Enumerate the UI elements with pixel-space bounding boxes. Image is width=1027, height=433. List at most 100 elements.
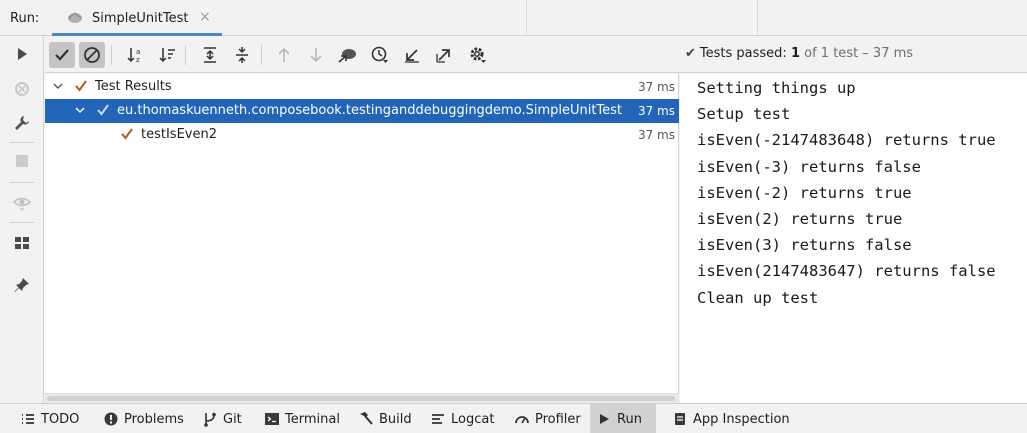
layout-grid-icon [15,237,29,249]
tool-window-build[interactable]: Build [352,404,418,433]
tool-window-label: Profiler [535,411,581,427]
tree-row-label: Test Results [95,79,172,94]
console-line: isEven(2147483647) returns false [697,262,996,281]
wrench-icon [15,116,29,130]
sort-alpha-icon: a z [127,48,140,64]
sort-duration-icon [159,48,175,63]
header-divider [757,0,758,36]
horizontal-scrollbar[interactable] [45,393,679,403]
tab-simple-unit-test[interactable]: SimpleUnitTest × [52,0,222,36]
eye-icon [13,197,31,211]
test-history-button[interactable] [367,42,393,68]
tool-window-problems[interactable]: Problems [97,404,190,433]
tree-row-test-results[interactable]: Test Results 37 ms [45,75,679,99]
layout-button[interactable] [10,231,34,255]
play-icon [600,414,609,424]
tool-window-run[interactable]: Run [590,404,656,433]
tool-window-app-inspection[interactable]: App Inspection [666,404,796,433]
git-branch-icon [204,412,216,427]
tool-window-label: Problems [124,411,184,427]
console-line: isEven(-2) returns true [697,183,912,202]
tool-window-label: Logcat [451,411,495,427]
console-line: isEven(3) returns false [697,236,912,255]
status-passed-count: 1 [790,46,800,61]
export-results-button[interactable] [431,42,457,68]
terminal-icon [265,413,279,425]
passed-checkmark-icon: ✔ [685,46,696,61]
show-ignored-toggle[interactable] [79,42,105,68]
console-line: Setup test [697,105,791,124]
run-label: Run: [10,11,40,26]
expand-all-button[interactable] [197,42,223,68]
previous-occurrence-button[interactable] [271,42,297,68]
import-results-button[interactable] [399,42,425,68]
arrow-up-icon [278,47,290,62]
test-results-tree[interactable]: Test Results 37 ms eu.thomaskuenneth.com… [45,74,679,403]
chevron-down-icon[interactable] [73,103,87,117]
console-output[interactable]: Setting things up Setup test isEven(-214… [680,74,1027,403]
checkmark-icon [55,49,69,61]
console-line: Setting things up [697,79,856,97]
export-arrow-icon [436,49,450,63]
stop-button[interactable] [10,149,34,173]
import-tests-icon [338,49,356,63]
toolbar-separator [111,45,112,65]
tool-window-git[interactable]: Git [196,404,248,433]
tool-window-logcat[interactable]: Logcat [424,404,500,433]
next-occurrence-button[interactable] [303,42,329,68]
settings-button[interactable] [10,111,34,135]
tool-window-label: App Inspection [693,411,790,427]
play-icon [18,48,27,60]
tool-window-label: Run [617,411,642,427]
left-toolbar [0,37,44,403]
toolbar-separator [185,45,186,65]
rerun-button[interactable] [10,42,34,66]
show-passed-toggle[interactable] [49,42,75,68]
pin-tab-button[interactable] [10,273,34,297]
tool-window-todo[interactable]: TODO [14,404,85,433]
hammer-icon [360,412,373,425]
stop-icon [16,155,28,167]
tree-row-duration: 37 ms [637,104,675,118]
status-suffix: of 1 test – 37 ms [804,46,914,61]
passed-tick-icon [97,104,109,116]
import-tests-button[interactable] [335,42,361,68]
sort-alphabetically-button[interactable]: a z [123,42,149,68]
import-arrow-icon [405,49,419,63]
sort-by-duration-button[interactable] [155,42,181,68]
tree-row-test-is-even-2[interactable]: testIsEven2 37 ms [45,123,679,147]
inspection-icon [675,413,685,425]
header-divider [526,0,527,36]
tool-window-terminal[interactable]: Terminal [258,404,346,433]
tool-window-bar: TODO Problems Git Terminal Build Logcat [0,403,1027,433]
ignored-icon [84,47,100,63]
tab-close-icon[interactable]: × [199,9,211,25]
console-line: Clean up test [697,288,819,307]
collapse-all-button[interactable] [229,42,255,68]
history-clock-icon [371,46,388,63]
test-settings-button[interactable] [465,42,491,68]
show-options-button[interactable] [10,191,34,215]
rerun-failed-button[interactable] [10,77,34,101]
arrow-down-icon [310,48,322,63]
toolbar-separator [10,222,34,223]
tool-window-profiler[interactable]: Profiler [508,404,587,433]
passed-tick-icon [121,128,133,140]
chevron-down-icon[interactable] [51,79,65,93]
tree-row-simple-unit-test[interactable]: eu.thomaskuenneth.composebook.testingand… [45,99,679,123]
status-prefix: Tests passed: [699,46,787,61]
toolbar-separator [261,45,262,65]
test-status-summary: ✔ Tests passed: 1 of 1 test – 37 ms [685,46,913,61]
svg-text:a: a [136,48,140,56]
gear-icon [470,47,486,63]
tree-row-duration: 37 ms [637,80,675,94]
console-line: isEven(-2147483648) returns true [697,131,996,150]
tree-row-duration: 37 ms [637,128,675,142]
scrollbar-thumb[interactable] [47,396,675,401]
list-icon [22,414,34,424]
tree-row-label: testIsEven2 [141,127,217,142]
logcat-icon [432,414,444,424]
tool-window-label: Terminal [285,411,340,427]
passed-tick-icon [75,80,87,92]
tool-window-label: Git [223,411,242,427]
